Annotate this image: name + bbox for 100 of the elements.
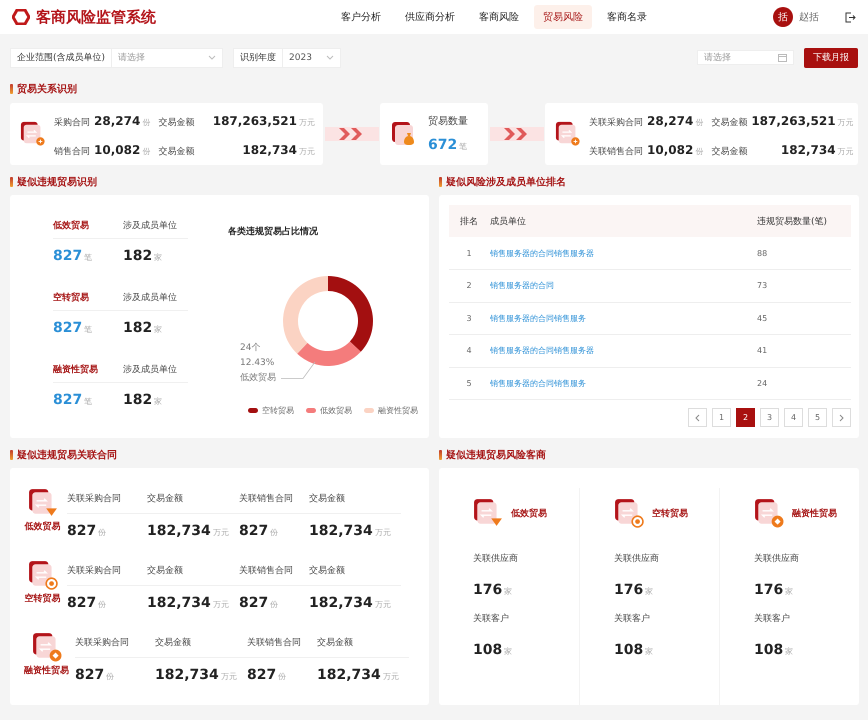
unit-label: 家 bbox=[504, 587, 512, 596]
alert-icon bbox=[10, 177, 13, 187]
stat-value: 176 bbox=[614, 582, 644, 598]
chevron-down-icon bbox=[326, 55, 334, 60]
unit-label: 笔 bbox=[84, 325, 92, 334]
trade-count: 827 bbox=[53, 248, 82, 264]
page-button[interactable]: 1 bbox=[712, 408, 731, 427]
metric-label: 交易金额 bbox=[317, 632, 409, 658]
metric-value: 827 bbox=[67, 523, 96, 539]
stat-value: 108 bbox=[754, 642, 784, 658]
amount-value: 187,263,521 bbox=[751, 114, 836, 128]
trade-count: 827 bbox=[53, 392, 82, 408]
nav-tab[interactable]: 客商名录 bbox=[598, 5, 656, 29]
metric-label: 交易金额 bbox=[309, 488, 401, 514]
unit-label: 笔 bbox=[84, 253, 92, 262]
nav-tab[interactable]: 客商风险 bbox=[470, 5, 528, 29]
stat-label: 关联客户 bbox=[614, 612, 651, 625]
amount-value: 182,734 bbox=[242, 142, 297, 156]
metric-value: 182,734 bbox=[147, 595, 211, 611]
metric-value: 182,734 bbox=[155, 667, 219, 683]
metric-label: 交易金额 bbox=[147, 560, 239, 586]
trade-type-label: 融资性贸易 bbox=[53, 357, 123, 383]
unit-label: 家 bbox=[154, 325, 162, 334]
user-name: 赵括 bbox=[799, 10, 819, 24]
contract-label: 关联采购合同 bbox=[589, 116, 643, 128]
nav-tab[interactable]: 贸易风险 bbox=[534, 5, 592, 29]
stat-value: 108 bbox=[473, 642, 502, 658]
unit-label: 家 bbox=[785, 647, 794, 656]
amount-label: 交易金额 bbox=[157, 116, 196, 128]
unit-label: 份 bbox=[270, 600, 278, 609]
alert-icon bbox=[439, 177, 442, 187]
unit-label: 万元 bbox=[838, 146, 854, 156]
document-icon bbox=[555, 120, 581, 146]
metric-label: 交易金额 bbox=[147, 488, 239, 514]
download-button[interactable]: 下载月报 bbox=[804, 48, 858, 68]
next-page-button[interactable] bbox=[832, 408, 851, 427]
member-unit-link[interactable]: 销售服务器的合同销售服务器 bbox=[490, 248, 594, 258]
unit-label: 笔 bbox=[84, 397, 92, 406]
legend-label: 低效贸易 bbox=[320, 405, 352, 416]
page-button[interactable]: 2 bbox=[736, 408, 755, 427]
unit-label: 份 bbox=[98, 528, 106, 537]
logo-icon bbox=[12, 9, 30, 25]
user-avatar[interactable]: 括 bbox=[773, 7, 793, 27]
chart-title: 各类违规贸易占比情况 bbox=[228, 225, 319, 238]
trade-count: 827 bbox=[53, 320, 82, 336]
rank-number: 5 bbox=[466, 378, 472, 388]
unit-label: 家 bbox=[154, 397, 162, 406]
filter-label: 企业范围(含成员单位) bbox=[10, 48, 112, 68]
metric-label: 关联销售合同 bbox=[239, 488, 309, 514]
member-unit-link[interactable]: 销售服务器的合同销售服务 bbox=[490, 314, 586, 323]
page-button[interactable]: 5 bbox=[808, 408, 827, 427]
metric-label: 关联销售合同 bbox=[247, 632, 317, 658]
year-select[interactable]: 2023 bbox=[283, 48, 342, 68]
rank-number: 2 bbox=[466, 281, 472, 290]
contract-label: 采购合同 bbox=[54, 116, 90, 128]
member-count: 182 bbox=[123, 392, 152, 408]
previous-page-button[interactable] bbox=[688, 408, 707, 427]
nav-tab[interactable]: 供应商分析 bbox=[396, 5, 464, 29]
alert-icon bbox=[10, 450, 13, 460]
document-coin-icon bbox=[32, 632, 62, 662]
violation-count: 45 bbox=[757, 314, 768, 323]
unit-label: 万元 bbox=[382, 672, 399, 681]
member-unit-link[interactable]: 销售服务器的合同 bbox=[490, 281, 554, 290]
metric-label: 关联销售合同 bbox=[239, 560, 309, 586]
chevron-left-icon bbox=[695, 414, 700, 422]
logout-icon[interactable] bbox=[845, 12, 856, 22]
stat-label: 关联供应商 bbox=[754, 552, 800, 565]
leader-line bbox=[281, 361, 316, 379]
page-button[interactable]: 3 bbox=[760, 408, 779, 427]
document-triangle-icon bbox=[28, 488, 58, 518]
trade-type-label: 融资性贸易 bbox=[24, 664, 69, 677]
trade-count-label: 贸易数量 bbox=[428, 114, 468, 128]
stat-value: 108 bbox=[614, 642, 644, 658]
member-unit-link[interactable]: 销售服务器的合同销售服务器 bbox=[490, 346, 594, 356]
nav-tab[interactable]: 客户分析 bbox=[332, 5, 390, 29]
violation-count: 73 bbox=[757, 281, 768, 290]
metric-value: 182,734 bbox=[147, 523, 211, 539]
unit-label: 家 bbox=[504, 647, 512, 656]
trade-type-label: 空转贸易 bbox=[24, 592, 60, 605]
unit-label: 份 bbox=[142, 146, 150, 156]
page-button[interactable]: 4 bbox=[784, 408, 803, 427]
stat-label: 关联供应商 bbox=[614, 552, 660, 565]
metric-value: 827 bbox=[239, 595, 268, 611]
document-target-icon bbox=[614, 498, 644, 528]
metric-label: 关联采购合同 bbox=[75, 632, 155, 658]
unit-label: 份 bbox=[278, 672, 286, 681]
unit-label: 万元 bbox=[212, 600, 229, 609]
trade-type-label: 空转贸易 bbox=[652, 507, 688, 520]
alert-icon bbox=[10, 84, 13, 94]
member-unit-link[interactable]: 销售服务器的合同销售服务 bbox=[490, 378, 586, 388]
app-title: 客商风险监管系统 bbox=[36, 8, 156, 26]
member-units-label: 涉及成员单位 bbox=[123, 213, 188, 239]
unit-label: 份 bbox=[98, 600, 106, 609]
stat-value: 176 bbox=[473, 582, 502, 598]
unit-label: 家 bbox=[154, 253, 162, 262]
violation-count: 24 bbox=[757, 378, 768, 388]
member-units-label: 涉及成员单位 bbox=[123, 285, 188, 311]
unit-label: 万元 bbox=[838, 116, 854, 128]
unit-label: 万元 bbox=[212, 528, 229, 537]
metric-label: 交易金额 bbox=[309, 560, 401, 586]
